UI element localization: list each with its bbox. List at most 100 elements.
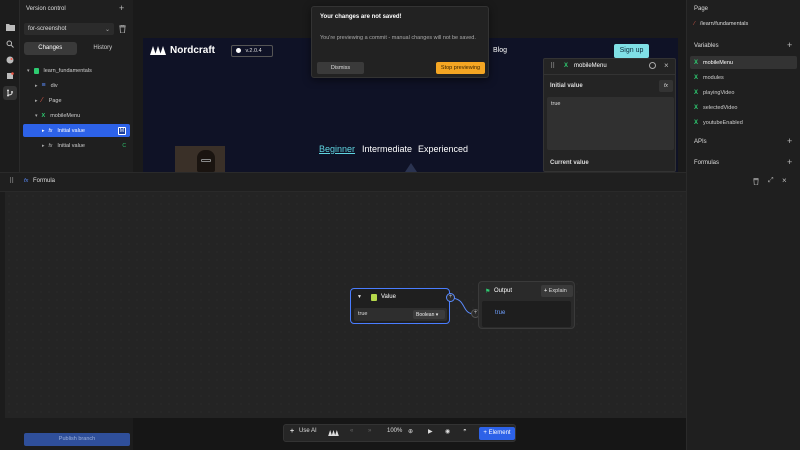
chevron-right-icon: ▸ [42, 127, 45, 134]
level-experienced[interactable]: Experienced [418, 144, 468, 154]
redo-icon[interactable]: » [368, 428, 371, 434]
tree-item-initial-value[interactable]: ▸ fx Initial value C [20, 139, 133, 152]
folder-icon[interactable] [3, 20, 17, 34]
tree-item-learn-fundamentals[interactable]: ▾ learn_fundamentals [20, 64, 133, 77]
variable-icon: X [694, 119, 699, 126]
popover-title: mobileMenu [574, 63, 607, 69]
panel-title: Version control [26, 6, 66, 12]
chevron-down-icon: ▾ [27, 67, 30, 74]
variable-popover: ⠿ X mobileMenu × Initial value fx true C… [543, 58, 676, 172]
formula-canvas[interactable] [5, 192, 686, 418]
close-icon[interactable]: × [782, 176, 787, 185]
branch-name: for-screenshot [28, 26, 67, 32]
add-icon[interactable]: + [119, 3, 124, 13]
dismiss-button[interactable]: Dismiss [317, 62, 364, 74]
publish-branch-button[interactable]: Publish branch [24, 433, 130, 446]
stop-previewing-button[interactable]: Stop previewing [436, 62, 485, 74]
formula-title: Formula [33, 178, 56, 184]
flag-icon: ⚑ [485, 289, 491, 295]
close-icon[interactable]: × [664, 61, 669, 70]
explain-label: Explain [548, 288, 567, 294]
variable-label: playingVideo [703, 89, 735, 96]
version-label: v.2.0.4 [245, 48, 262, 54]
collapse-icon[interactable]: ▼ [357, 294, 362, 300]
github-version-badge[interactable]: v.2.0.4 [231, 45, 273, 57]
tab-history[interactable]: History [77, 42, 130, 55]
variable-item-playingvideo[interactable]: XplayingVideo [690, 86, 797, 99]
theme-icon[interactable] [3, 53, 17, 67]
video-thumbnail[interactable] [175, 146, 225, 172]
page-icon [33, 67, 39, 74]
play-icon[interactable]: ▶ [428, 428, 433, 435]
element-label: Element [488, 430, 511, 436]
sign-up-button[interactable]: Sign up [614, 44, 649, 58]
fx-icon: fx [24, 178, 29, 184]
drag-handle-icon[interactable]: ⠿ [9, 177, 14, 185]
tree-item-mobilemenu[interactable]: ▾ X mobileMenu [20, 109, 133, 122]
apis-section-label: APIs [694, 139, 707, 145]
formula-toggle-button[interactable]: fx [659, 80, 673, 92]
info-icon[interactable] [649, 62, 656, 69]
zoom-level[interactable]: 100% [387, 428, 402, 434]
use-ai-button[interactable]: Use AI [299, 428, 317, 434]
version-control-icon[interactable] [3, 86, 17, 100]
type-select[interactable]: Boolean ▾ [413, 310, 445, 319]
fx-icon: fx [48, 142, 53, 149]
explain-button[interactable]: + Explain [541, 285, 573, 297]
value-input[interactable]: true [358, 311, 367, 317]
zoom-icon[interactable]: ⊕ [408, 428, 413, 435]
fx-icon: fx [48, 127, 53, 134]
trash-icon[interactable] [119, 25, 126, 33]
tree-item-initial-value-selected[interactable]: ▸ fx Initial value M [23, 124, 130, 137]
tree-item-div[interactable]: ▸ ≡ div [20, 79, 133, 92]
add-element-button[interactable]: + Element [479, 427, 515, 440]
plus-icon: + [544, 288, 548, 294]
div-icon: ≡ [41, 82, 46, 89]
route-icon: ⁄ [694, 21, 695, 27]
nordcraft-logo-icon [150, 46, 166, 55]
trash-icon[interactable] [753, 178, 759, 185]
route-item[interactable]: ⁄ /learn/fundamentals [694, 21, 748, 27]
undo-icon[interactable]: « [350, 428, 353, 434]
output-node[interactable]: ⚑ Output + Explain true [478, 281, 575, 329]
formula-header: ⠿ fx Formula ⤢ × [0, 172, 787, 192]
github-icon [236, 48, 241, 53]
record-icon[interactable]: ◉ [445, 428, 450, 435]
variable-icon: X [41, 112, 46, 119]
initial-value-label: Initial value [550, 83, 583, 89]
variable-icon: X [694, 74, 699, 81]
level-intermediate[interactable]: Intermediate [362, 144, 412, 154]
unsaved-changes-toast: Your changes are not saved! You're previ… [311, 6, 489, 78]
bottom-toolbar: + Use AI « » 100% ⊕ ▶ ◉ ◓ + Element [283, 424, 516, 442]
initial-value-editor[interactable]: true [547, 97, 674, 150]
variable-item-modules[interactable]: Xmodules [690, 71, 797, 84]
level-beginner[interactable]: Beginner [319, 144, 355, 154]
drag-handle-icon[interactable]: ⠿ [550, 62, 555, 70]
variable-item-selectedvideo[interactable]: XselectedVideo [690, 101, 797, 114]
nav-link-blog[interactable]: Blog [493, 47, 507, 54]
add-variable-icon[interactable]: + [787, 40, 792, 50]
variable-item-mobilemenu[interactable]: XmobileMenu [690, 56, 797, 69]
variable-icon: X [564, 63, 569, 69]
node-title: Output [494, 288, 513, 294]
add-api-icon[interactable]: + [787, 136, 792, 146]
current-value-label: Current value [550, 160, 589, 166]
branch-select[interactable]: for-screenshot ⌄ [24, 23, 114, 35]
expand-icon[interactable]: ⤢ [768, 177, 774, 185]
package-icon[interactable] [3, 69, 17, 83]
status-badge: C [122, 142, 126, 149]
dashboard-icon[interactable]: ◓ [463, 428, 467, 434]
variable-item-youtubeenabled[interactable]: XyoutubeEnabled [690, 116, 797, 129]
add-formula-icon[interactable]: + [787, 157, 792, 167]
plus-icon: + [483, 430, 487, 436]
chevron-right-icon: ▸ [35, 82, 38, 89]
page-element-icon: ⁄ [41, 97, 43, 104]
plus-icon: + [290, 428, 295, 435]
chevron-right-icon: ▸ [35, 97, 38, 104]
nordcraft-icon[interactable] [328, 430, 339, 436]
search-icon[interactable] [3, 37, 17, 51]
tree-item-page[interactable]: ▸ ⁄ Page [20, 94, 133, 107]
value-node[interactable]: ▼ Value true Boolean ▾ [350, 288, 450, 324]
output-port-icon[interactable]: + [446, 293, 455, 302]
tab-changes[interactable]: Changes [24, 42, 77, 55]
